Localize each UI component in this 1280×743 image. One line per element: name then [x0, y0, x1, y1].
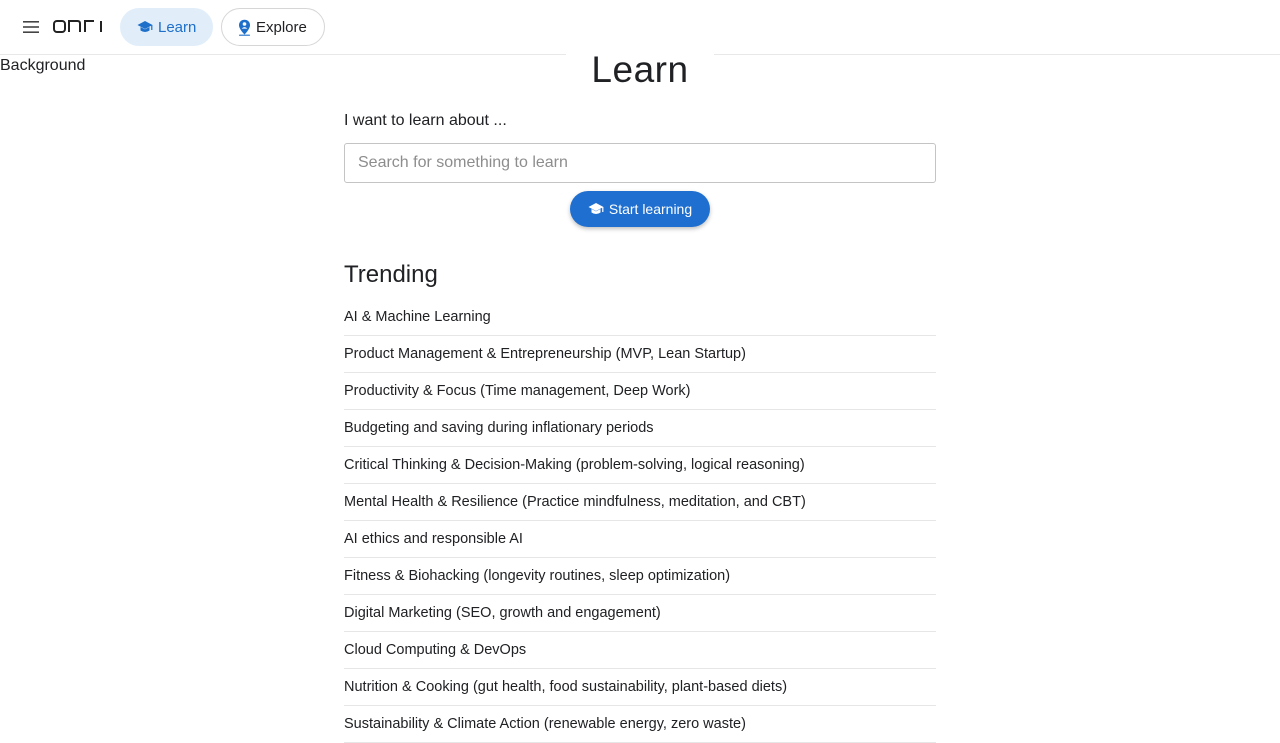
hamburger-menu-icon[interactable]: [15, 11, 47, 43]
trending-item[interactable]: Product Management & Entrepreneurship (M…: [344, 336, 936, 373]
nav-explore-button[interactable]: Explore: [221, 8, 325, 46]
trending-item[interactable]: Budgeting and saving during inflationary…: [344, 410, 936, 447]
trending-item[interactable]: Nutrition & Cooking (gut health, food su…: [344, 669, 936, 706]
trending-list: AI & Machine Learning Product Management…: [344, 299, 936, 743]
trending-item[interactable]: AI ethics and responsible AI: [344, 521, 936, 558]
nav-learn-label: Learn: [158, 18, 197, 36]
nav-learn-button[interactable]: Learn: [120, 8, 213, 46]
trending-item[interactable]: Critical Thinking & Decision-Making (pro…: [344, 447, 936, 484]
page-title: Learn: [591, 49, 689, 90]
graduation-cap-icon: [137, 20, 153, 34]
trending-item[interactable]: Fitness & Biohacking (longevity routines…: [344, 558, 936, 595]
trending-item[interactable]: Productivity & Focus (Time management, D…: [344, 373, 936, 410]
map-pin-person-icon: [238, 19, 251, 36]
app-logo[interactable]: [53, 17, 107, 37]
trending-item[interactable]: Cloud Computing & DevOps: [344, 632, 936, 669]
trending-item[interactable]: AI & Machine Learning: [344, 299, 936, 336]
search-input[interactable]: [344, 143, 936, 183]
graduation-cap-icon: [588, 202, 604, 216]
trending-item[interactable]: Mental Health & Resilience (Practice min…: [344, 484, 936, 521]
nav-explore-label: Explore: [256, 18, 307, 36]
trending-item[interactable]: Sustainability & Climate Action (renewab…: [344, 706, 936, 743]
search-prompt-label: I want to learn about ...: [344, 112, 507, 129]
trending-heading: Trending: [344, 261, 438, 288]
start-learning-button[interactable]: Start learning: [570, 191, 710, 227]
trending-item[interactable]: Digital Marketing (SEO, growth and engag…: [344, 595, 936, 632]
start-learning-label: Start learning: [608, 201, 693, 217]
